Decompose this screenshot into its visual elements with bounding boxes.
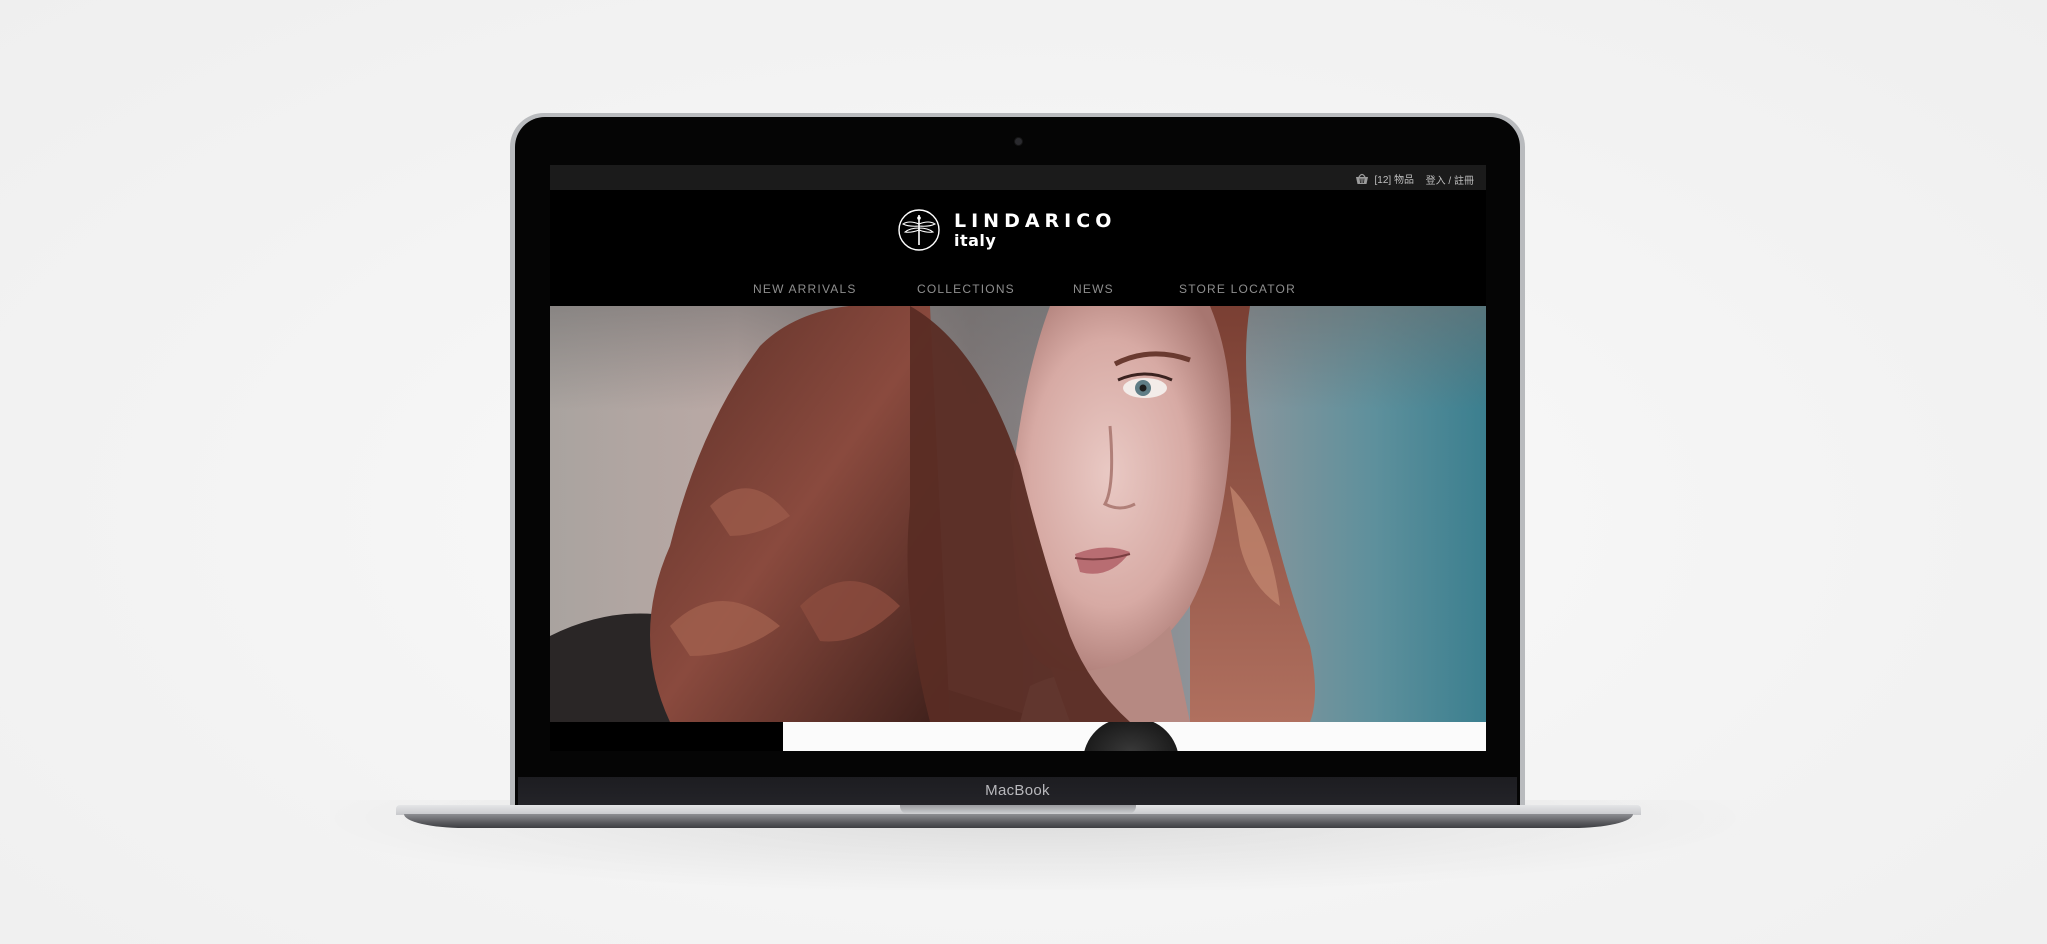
hero-banner[interactable] xyxy=(550,306,1486,722)
laptop-opening-notch xyxy=(900,805,1136,814)
nav-new-arrivals[interactable]: NEW ARRIVALS xyxy=(753,282,857,296)
brand-logo[interactable]: LINDARICO italy xyxy=(898,209,1116,251)
nav-collections[interactable]: COLLECTIONS xyxy=(917,282,1015,296)
main-navigation: NEW ARRIVALS COLLECTIONS NEWS STORE LOCA… xyxy=(550,282,1486,302)
basket-icon xyxy=(1355,173,1369,185)
login-register-link[interactable]: 登入 / 註冊 xyxy=(1426,172,1474,187)
camera-icon xyxy=(1015,138,1022,145)
dragonfly-emblem-icon xyxy=(898,209,940,251)
utility-bar: [12] 物品 登入 / 註冊 xyxy=(550,165,1486,190)
woman-portrait-photo xyxy=(550,306,1486,722)
brand-name: LINDARICO xyxy=(954,209,1117,232)
device-label: MacBook xyxy=(985,782,1050,799)
model-head-thumbnail xyxy=(1083,722,1179,751)
nav-store-locator[interactable]: STORE LOCATOR xyxy=(1179,282,1296,296)
next-slide-strip xyxy=(783,722,1486,751)
laptop-chin: MacBook xyxy=(518,777,1517,805)
cart-button[interactable]: [12] 物品 xyxy=(1355,171,1414,186)
nav-news[interactable]: NEWS xyxy=(1073,282,1114,296)
presentation-stage: [12] 物品 登入 / 註冊 LINDARICO italy NEW ARRI… xyxy=(0,0,2047,944)
cart-count-label: [12] 物品 xyxy=(1374,175,1414,186)
laptop-base-edge xyxy=(404,814,1633,828)
website-screen: [12] 物品 登入 / 註冊 LINDARICO italy NEW ARRI… xyxy=(550,165,1486,751)
brand-subtitle: italy xyxy=(954,230,997,250)
